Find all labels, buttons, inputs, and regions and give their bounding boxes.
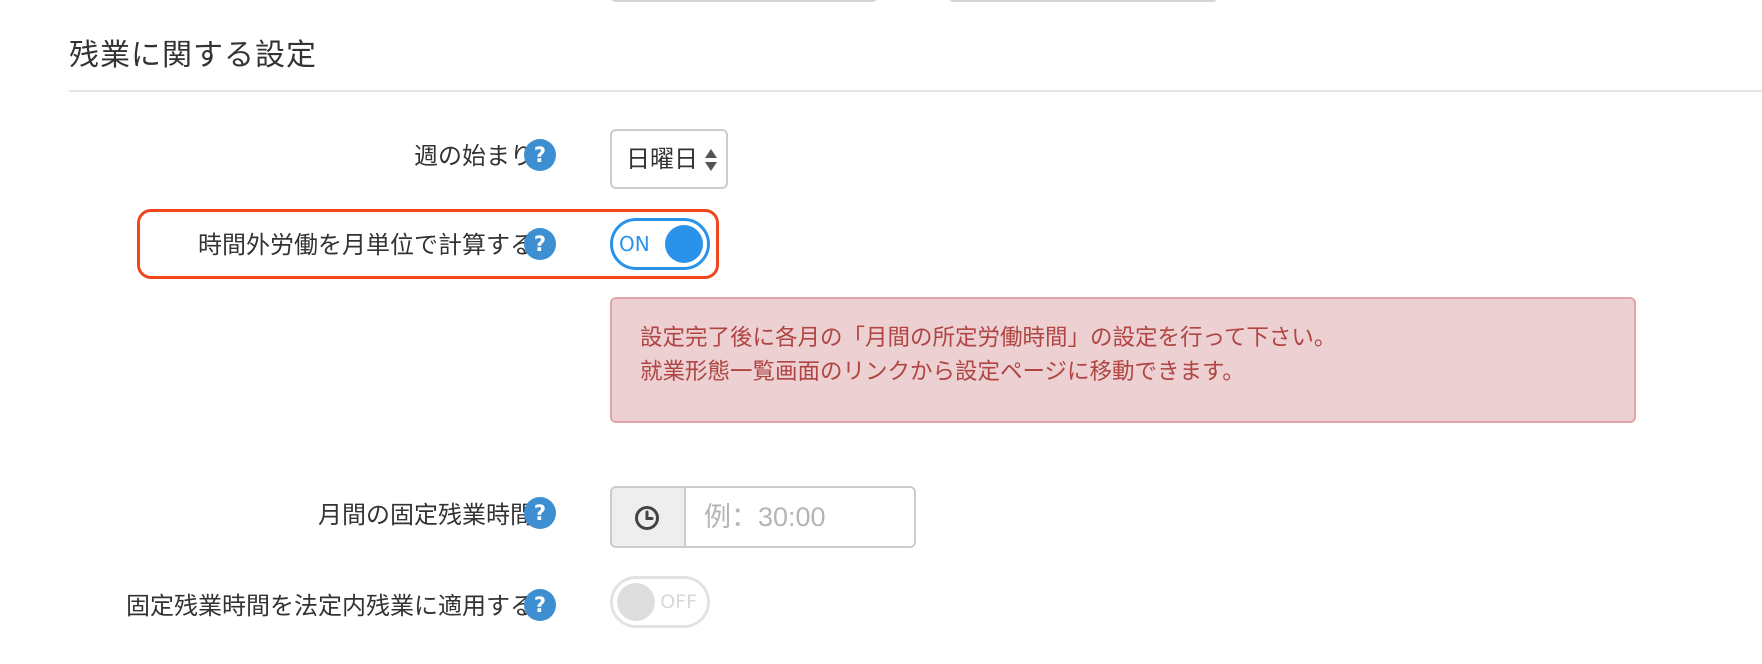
clock-icon [635,506,659,530]
toggle-knob [617,583,655,621]
help-icon[interactable]: ? [524,228,556,260]
week-start-label: 週の始まり [414,142,534,170]
section-title: 残業に関する設定 [69,38,317,73]
apply-fixed-overtime-toggle[interactable]: OFF [610,576,710,628]
clock-addon [612,488,686,546]
warning-alert: 設定完了後に各月の「月間の所定労働時間」の設定を行って下さい。 就業形態一覧画面… [610,297,1636,423]
fixed-overtime-input[interactable] [686,488,914,546]
fixed-overtime-input-group [610,486,916,548]
toggle-state-label: OFF [660,591,697,613]
time-input-remnant[interactable] [948,0,1218,2]
monthly-overtime-label: 時間外労働を月単位で計算する [198,231,534,259]
week-start-selected-value: 日曜日 [626,145,698,173]
alert-line-1: 設定完了後に各月の「月間の所定労働時間」の設定を行って下さい。 [640,325,1337,351]
monthly-overtime-toggle[interactable]: ON [610,218,710,270]
toggle-knob [665,225,703,263]
time-input-remnant[interactable] [610,0,878,2]
select-arrows-icon [705,149,717,171]
help-icon[interactable]: ? [524,589,556,621]
fixed-overtime-label: 月間の固定残業時間 [318,501,534,529]
help-icon[interactable]: ? [524,139,556,171]
toggle-state-label: ON [619,232,650,256]
help-icon[interactable]: ? [524,497,556,529]
apply-fixed-overtime-label: 固定残業時間を法定内残業に適用する [126,592,534,620]
settings-page: 残業に関する設定 週の始まり ? 日曜日 時間外労働を月単位で計算する ? ON… [0,0,1762,664]
section-divider [69,90,1762,92]
alert-line-2: 就業形態一覧画面のリンクから設定ページに移動できます。 [640,359,1245,385]
week-start-select[interactable]: 日曜日 [610,129,728,189]
